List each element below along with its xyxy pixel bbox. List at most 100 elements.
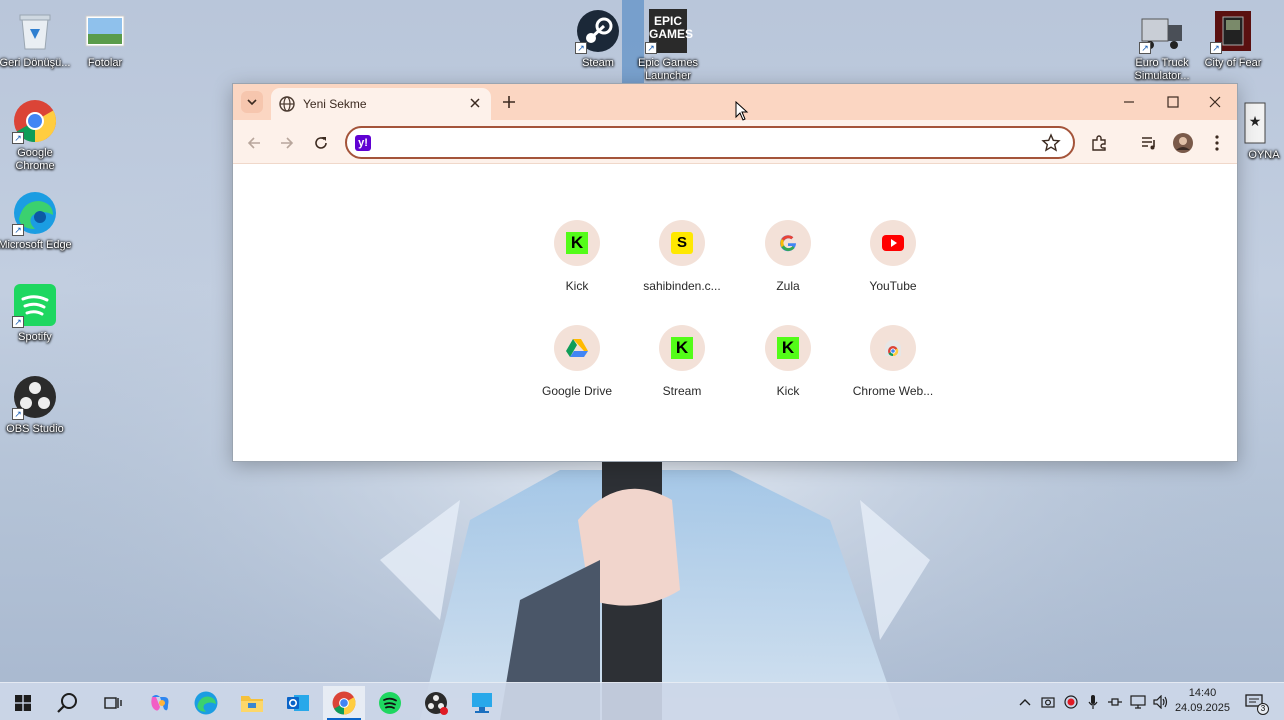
desktop-icon-label: Google Chrome xyxy=(15,147,55,172)
copilot-button[interactable] xyxy=(139,686,181,720)
obs-icon xyxy=(425,692,448,715)
epic-games-logo-text: EPIC GAMES xyxy=(649,14,694,41)
plus-icon xyxy=(503,96,515,108)
kick-icon: K xyxy=(554,220,600,266)
outlook-icon xyxy=(287,695,309,711)
shortcut-label: Zula xyxy=(776,279,800,293)
close-window-button[interactable] xyxy=(1195,89,1235,115)
shortcut-tile[interactable]: K Kick xyxy=(525,220,629,293)
browser-toolbar: y! xyxy=(233,120,1237,164)
arrow-left-icon xyxy=(247,137,260,149)
camera-icon xyxy=(1041,697,1055,708)
network-icon xyxy=(1130,695,1146,709)
web-store-logo xyxy=(885,340,901,356)
network-button[interactable] xyxy=(1128,692,1148,712)
desktop-icon-city-of-fear[interactable]: ↗ City of Fear xyxy=(1196,8,1270,70)
address-bar[interactable]: y! xyxy=(345,126,1075,159)
tray-recording-icon[interactable] xyxy=(1061,692,1081,712)
profile-avatar-button[interactable] xyxy=(1171,131,1195,155)
desktop-icon-label: Fotolar xyxy=(87,57,123,69)
shortcut-tile[interactable]: K Kick xyxy=(736,325,840,398)
task-view-button[interactable] xyxy=(92,686,134,720)
sahibinden-logo: S xyxy=(671,232,693,254)
shortcut-arrow-icon: ↗ xyxy=(1139,42,1151,54)
extensions-button[interactable] xyxy=(1087,131,1111,155)
back-button[interactable] xyxy=(242,131,266,155)
new-tab-button[interactable] xyxy=(498,91,520,113)
outlook-button[interactable] xyxy=(277,686,319,720)
photos-icon xyxy=(82,8,128,54)
desktop-icon-label: Epic Games Launcher xyxy=(638,57,698,82)
chrome-icon: ↗ xyxy=(12,98,58,144)
address-input[interactable] xyxy=(381,133,1021,153)
search-button[interactable] xyxy=(47,686,89,720)
show-hidden-icons-button[interactable] xyxy=(1015,692,1035,712)
media-queue-icon xyxy=(1142,137,1155,150)
kick-logo: K xyxy=(671,337,693,359)
minimize-icon xyxy=(1124,101,1134,103)
shortcut-tile[interactable]: Zula xyxy=(736,220,840,293)
steam-icon: ↗ xyxy=(575,8,621,54)
desktop-icon-obs-studio[interactable]: ↗ OBS Studio xyxy=(0,374,72,436)
chrome-window[interactable]: Yeni Sekme y! K Kick S sahibinden.c... Z… xyxy=(232,83,1238,462)
shortcut-tile[interactable]: K Stream xyxy=(630,325,734,398)
yahoo-search-icon: y! xyxy=(355,135,371,151)
shortcut-tile[interactable]: Google Drive xyxy=(525,325,629,398)
shortcut-arrow-icon: ↗ xyxy=(645,42,657,54)
desktop-icon-photos[interactable]: Fotolar xyxy=(68,8,142,70)
shortcut-arrow-icon: ↗ xyxy=(12,408,24,420)
desktop-icon-recycle-bin[interactable]: Geri Dönüşü... xyxy=(0,8,72,70)
tray-app-icon[interactable] xyxy=(1038,692,1058,712)
google-icon xyxy=(765,220,811,266)
desktop-icon-label: City of Fear xyxy=(1204,57,1262,69)
taskbar: 14:40 24.09.2025 3 xyxy=(0,682,1284,720)
reload-button[interactable] xyxy=(309,131,333,155)
desktop-icon-label: Steam xyxy=(582,57,614,69)
remote-desktop-button[interactable] xyxy=(461,686,503,720)
chrome-taskbar-button[interactable] xyxy=(323,686,365,720)
forward-button[interactable] xyxy=(275,131,299,155)
obs-taskbar-button[interactable] xyxy=(415,686,457,720)
shortcut-tile[interactable]: YouTube xyxy=(841,220,945,293)
tab-close-button[interactable] xyxy=(467,96,483,112)
tab-new-tab[interactable]: Yeni Sekme xyxy=(271,88,491,120)
start-button[interactable] xyxy=(2,686,44,720)
spotify-taskbar-button[interactable] xyxy=(369,686,411,720)
shortcut-tile[interactable]: Chrome Web... xyxy=(841,325,945,398)
desktop-icon-microsoft-edge[interactable]: ↗ Microsoft Edge xyxy=(0,190,72,252)
volume-button[interactable] xyxy=(1151,692,1171,712)
desktop-icon-steam[interactable]: ↗ Steam xyxy=(561,8,635,70)
shortcut-label: Chrome Web... xyxy=(852,384,934,398)
bookmark-star-button[interactable] xyxy=(1041,133,1061,153)
desktop-icon-label: Euro Truck Simulator... xyxy=(1134,57,1190,82)
globe-icon xyxy=(279,96,295,112)
clock-time: 14:40 xyxy=(1188,687,1217,699)
file-explorer-button[interactable] xyxy=(231,686,273,720)
system-clock[interactable]: 14:40 24.09.2025 xyxy=(1175,686,1230,716)
edge-icon: ↗ xyxy=(12,190,58,236)
desktop-icon-spotify[interactable]: ↗ Spotify xyxy=(0,282,72,344)
microphone-button[interactable] xyxy=(1083,692,1103,712)
star-icon xyxy=(1041,133,1061,152)
edge-taskbar-button[interactable] xyxy=(185,686,227,720)
minimize-button[interactable] xyxy=(1109,89,1149,115)
kick-logo: K xyxy=(566,232,588,254)
media-control-button[interactable] xyxy=(1137,131,1161,155)
tab-title: Yeni Sekme xyxy=(303,97,367,111)
youtube-icon xyxy=(870,220,916,266)
desktop-icon-google-chrome[interactable]: ↗ Google Chrome xyxy=(0,98,72,173)
chrome-menu-button[interactable] xyxy=(1205,131,1229,155)
svg-text:★: ★ xyxy=(1249,113,1262,129)
shortcut-tile[interactable]: S sahibinden.c... xyxy=(630,220,734,293)
shortcut-label: sahibinden.c... xyxy=(643,279,721,293)
kick-logo: K xyxy=(777,337,799,359)
desktop-icon-label: OBS Studio xyxy=(6,423,64,435)
maximize-button[interactable] xyxy=(1153,89,1193,115)
record-icon xyxy=(1064,695,1078,709)
power-button[interactable] xyxy=(1105,692,1125,712)
desktop-icon-epic-games[interactable]: EPIC GAMES ↗ Epic Games Launcher xyxy=(631,8,705,83)
tab-search-button[interactable] xyxy=(241,91,263,113)
notification-center-button[interactable]: 3 xyxy=(1244,692,1269,715)
desktop-icon-euro-truck[interactable]: ↗ Euro Truck Simulator... xyxy=(1125,8,1199,83)
shortcut-label: Stream xyxy=(662,384,702,398)
